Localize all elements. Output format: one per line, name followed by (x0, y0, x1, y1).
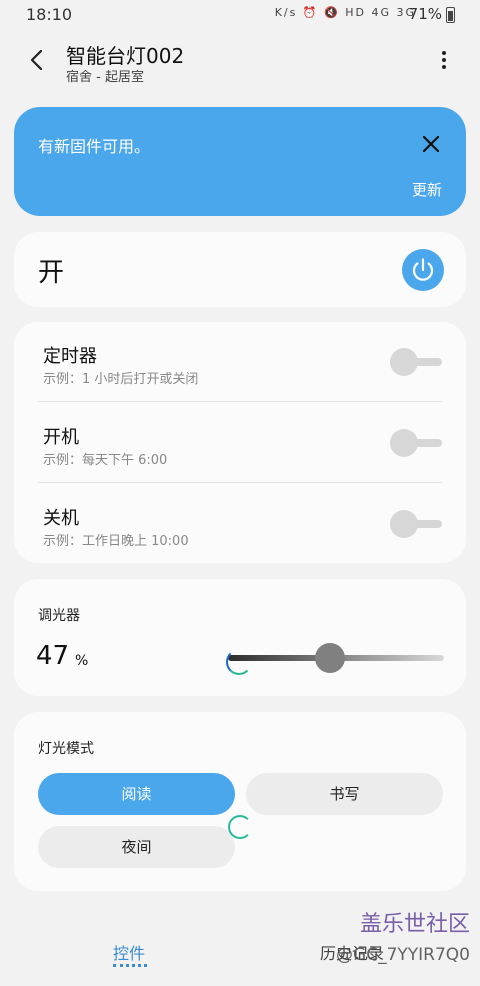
status-bar: 18:10 K/s ⏰ 🔇 HD 4G 3G 71% (0, 0, 480, 28)
device-title: 智能台灯002 (66, 44, 185, 68)
active-tab-indicator (113, 964, 147, 967)
power-on-toggle[interactable] (390, 429, 442, 457)
mode-reading-button[interactable]: 阅读 (38, 773, 235, 815)
watermark-username: @GC_7YYIR7Q0 (336, 945, 470, 965)
loading-spinner-icon (226, 649, 252, 675)
timer-row[interactable]: 定时器 示例：1 小时后打开或关闭 (14, 322, 466, 402)
power-on-example: 示例：每天下午 6:00 (43, 453, 168, 468)
watermark-logo: 盖乐世社区 (359, 912, 470, 937)
brightness-slider[interactable] (228, 643, 444, 673)
device-location: 宿舍 - 起居室 (66, 70, 144, 85)
power-off-example: 示例：工作日晚上 10:00 (43, 534, 189, 549)
mode-writing-button[interactable]: 书写 (246, 773, 443, 815)
divider (38, 482, 442, 483)
power-on-row[interactable]: 开机 示例：每天下午 6:00 (14, 403, 466, 483)
power-state-label: 开 (38, 258, 65, 288)
schedule-card: 定时器 示例：1 小时后打开或关闭 开机 示例：每天下午 6:00 关机 示例：… (14, 322, 466, 563)
timer-example: 示例：1 小时后打开或关闭 (43, 372, 199, 387)
status-time: 18:10 (26, 5, 73, 24)
battery-icon (446, 7, 455, 23)
back-arrow-icon[interactable] (24, 46, 52, 74)
timer-title: 定时器 (43, 346, 97, 367)
app-bar: 智能台灯002 宿舍 - 起居室 (0, 28, 480, 92)
tab-controls[interactable]: 控件 (113, 940, 145, 964)
timer-toggle[interactable] (390, 348, 442, 376)
power-button[interactable] (402, 249, 444, 291)
close-icon[interactable] (420, 133, 442, 155)
light-mode-card: 灯光模式 阅读 书写 夜间 (14, 712, 466, 891)
loading-spinner-icon (228, 815, 252, 839)
dimmer-unit: % (75, 653, 89, 669)
power-on-title: 开机 (43, 427, 79, 448)
more-options-icon[interactable] (432, 48, 456, 74)
status-icons: K/s ⏰ 🔇 HD 4G 3G (274, 6, 416, 19)
mode-night-button[interactable]: 夜间 (38, 826, 235, 868)
firmware-message: 有新固件可用。 (38, 137, 151, 156)
light-mode-label: 灯光模式 (38, 741, 94, 757)
battery-percent: 71% (408, 5, 442, 23)
power-icon (412, 258, 434, 281)
update-button[interactable]: 更新 (412, 179, 442, 200)
power-card: 开 (14, 232, 466, 307)
power-off-title: 关机 (43, 508, 79, 529)
divider (38, 401, 442, 402)
dimmer-card: 调光器 47 % (14, 579, 466, 696)
dimmer-value: 47 (36, 641, 70, 671)
firmware-update-banner: 有新固件可用。 更新 (14, 107, 466, 216)
power-off-row[interactable]: 关机 示例：工作日晚上 10:00 (14, 484, 466, 564)
power-off-toggle[interactable] (390, 510, 442, 538)
dimmer-label: 调光器 (38, 608, 80, 624)
slider-thumb[interactable] (314, 643, 345, 673)
